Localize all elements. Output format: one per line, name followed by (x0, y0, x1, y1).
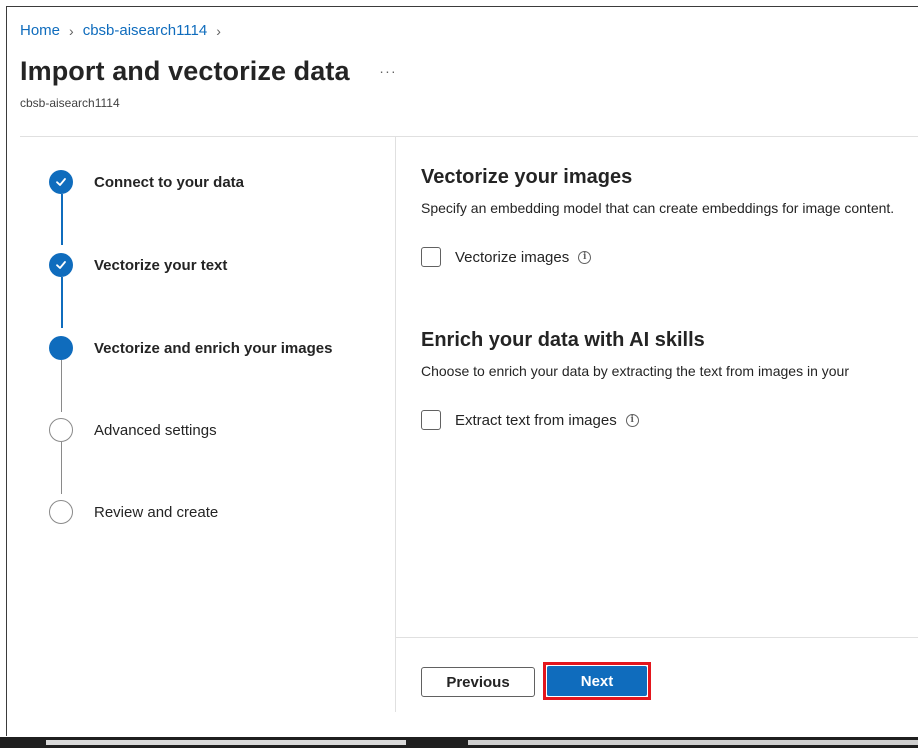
page-title: Import and vectorize data (20, 56, 350, 86)
vectorize-images-option[interactable]: Vectorize images i (421, 247, 592, 267)
checkmark-icon (49, 170, 73, 194)
info-icon[interactable]: i (578, 250, 592, 264)
scrollbar-segment (468, 740, 918, 745)
breadcrumb-home-link[interactable]: Home (20, 22, 60, 39)
step-connector (61, 277, 63, 328)
step-connector (61, 360, 62, 412)
enrich-section-title: Enrich your data with AI skills (421, 329, 705, 351)
empty-circle-icon (49, 418, 73, 442)
more-options-icon[interactable]: ... (380, 60, 398, 76)
page-title-row: Import and vectorize data ... (20, 56, 397, 87)
breadcrumb: Home › cbsb-aisearch1114 › (20, 22, 230, 39)
breadcrumb-resource-link[interactable]: cbsb-aisearch1114 (83, 22, 208, 39)
current-step-icon (49, 336, 73, 360)
step-label: Advanced settings (94, 421, 217, 439)
enrich-section-description: Choose to enrich your data by extracting… (421, 363, 849, 379)
step-connector (61, 194, 63, 245)
step-advanced-settings[interactable]: Advanced settings (49, 418, 217, 442)
info-icon[interactable]: i (625, 413, 639, 427)
step-label: Vectorize and enrich your images (94, 339, 333, 357)
extract-text-checkbox[interactable] (421, 410, 441, 430)
step-label: Review and create (94, 503, 219, 521)
checkmark-icon (49, 253, 73, 277)
main-content: Vectorize your images Specify an embeddi… (396, 137, 918, 637)
vectorize-images-checkbox[interactable] (421, 247, 441, 267)
previous-button[interactable]: Previous (421, 667, 535, 697)
taskbar-strip (0, 737, 918, 748)
next-button[interactable]: Next (547, 666, 647, 696)
step-label: Connect to your data (94, 173, 245, 191)
empty-circle-icon (49, 500, 73, 524)
step-label: Vectorize your text (94, 256, 228, 274)
page-subtitle: cbsb-aisearch1114 (20, 96, 120, 110)
extract-text-option[interactable]: Extract text from images i (421, 410, 639, 430)
step-connector (61, 442, 62, 494)
vectorize-section-description: Specify an embedding model that can crea… (421, 200, 895, 216)
footer-divider (396, 637, 918, 638)
scrollbar-segment (46, 740, 406, 745)
step-vectorize-images[interactable]: Vectorize and enrich your images (49, 336, 332, 360)
step-vectorize-text[interactable]: Vectorize your text (49, 253, 227, 277)
vectorize-section-title: Vectorize your images (421, 166, 633, 188)
chevron-right-icon: › (216, 22, 221, 39)
chevron-right-icon: › (69, 22, 74, 39)
step-review-create[interactable]: Review and create (49, 500, 218, 524)
checkbox-label: Extract text from images (455, 411, 617, 429)
checkbox-label: Vectorize images (455, 248, 570, 266)
step-connect-data[interactable]: Connect to your data (49, 170, 244, 194)
